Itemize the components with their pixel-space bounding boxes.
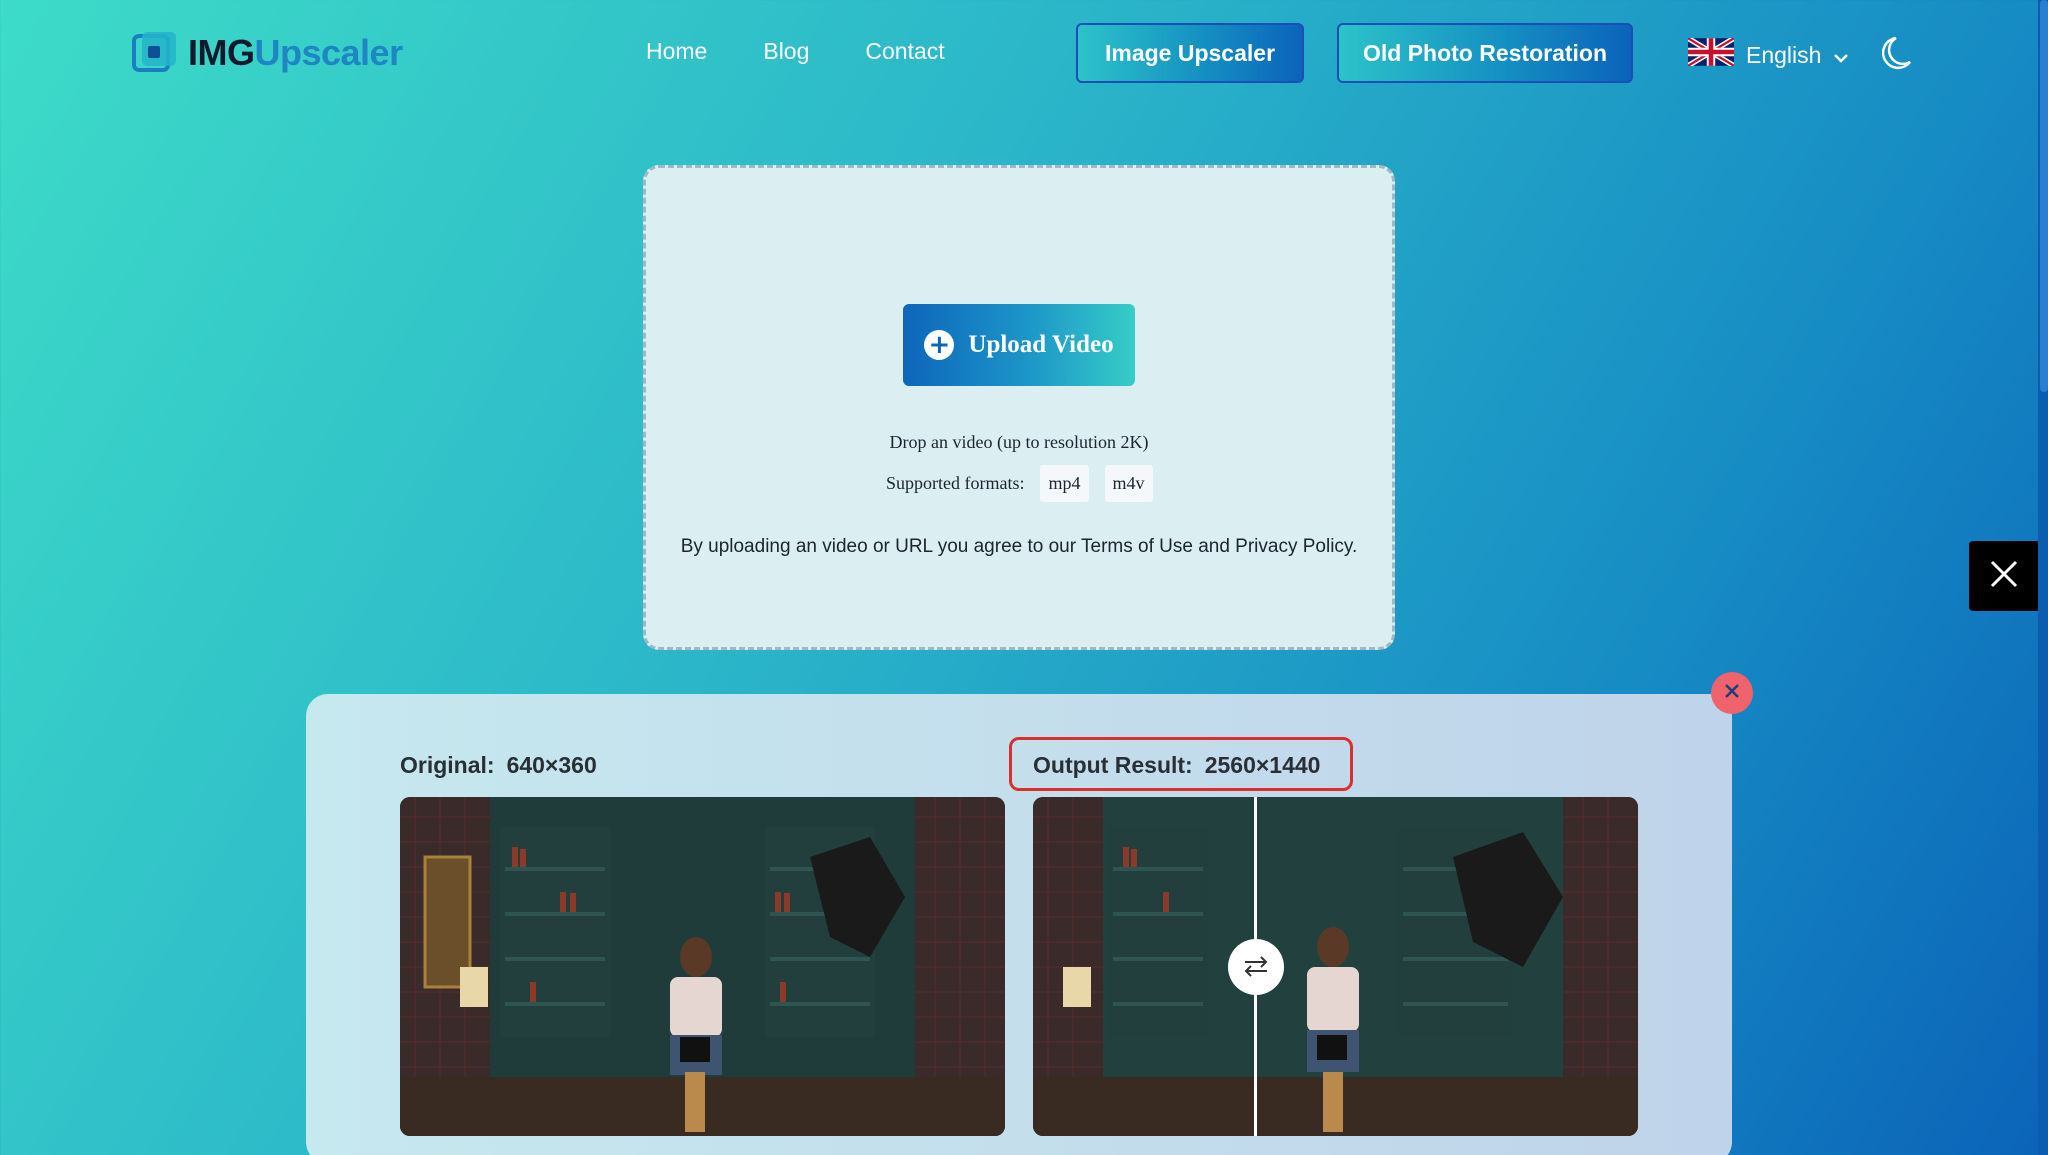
logo-text: IMGUpscaler	[188, 32, 403, 73]
main-nav: Home Blog Contact	[646, 38, 945, 65]
upload-dropzone[interactable]	[643, 165, 1395, 650]
upload-video-button[interactable]: + Upload Video	[903, 304, 1135, 386]
original-resolution: 640×360	[506, 752, 597, 778]
x-share-button[interactable]	[1969, 541, 2039, 611]
formats-label: Supported formats:	[886, 473, 1025, 493]
format-chip-m4v: m4v	[1104, 465, 1153, 502]
nav-blog[interactable]: Blog	[763, 38, 809, 65]
language-selector[interactable]: English	[1686, 35, 1849, 72]
output-label: Output Result: 2560×1440	[1033, 752, 1320, 779]
upload-video-label: Upload Video	[968, 331, 1114, 358]
image-upscaler-button[interactable]: Image Upscaler	[1076, 23, 1304, 83]
scrollbar-thumb[interactable]	[2040, 0, 2048, 392]
language-label: English	[1746, 41, 1822, 68]
supported-formats: Supported formats: mp4 m4v	[886, 465, 1153, 502]
x-icon	[1989, 559, 2019, 594]
chevron-down-icon	[1833, 42, 1849, 69]
nav-contact[interactable]: Contact	[865, 38, 944, 65]
output-title: Output Result:	[1033, 752, 1193, 778]
output-video-frame	[1033, 797, 1638, 1136]
drop-hint: Drop an video (up to resolution 2K)	[889, 432, 1149, 452]
logo[interactable]: IMGUpscaler	[132, 30, 403, 76]
header: IMGUpscaler Home Blog Contact Image Upsc…	[0, 0, 2048, 110]
plus-circle-icon: +	[924, 330, 955, 360]
format-chip-mp4: mp4	[1040, 465, 1089, 502]
terms-notice: By uploading an video or URL you agree t…	[680, 536, 1358, 557]
nav-home[interactable]: Home	[646, 38, 707, 65]
swap-arrows-icon	[1242, 951, 1270, 984]
compare-slider-handle[interactable]	[1228, 939, 1284, 995]
logo-icon	[132, 30, 178, 76]
close-icon	[1723, 682, 1741, 705]
moon-icon[interactable]	[1881, 36, 1912, 75]
old-photo-restoration-button[interactable]: Old Photo Restoration	[1337, 23, 1633, 83]
close-result-button[interactable]	[1711, 672, 1753, 714]
uk-flag-icon	[1686, 35, 1736, 72]
original-video-frame	[400, 797, 1005, 1136]
original-label: Original: 640×360	[400, 752, 597, 779]
original-title: Original:	[400, 752, 495, 778]
output-resolution: 2560×1440	[1204, 752, 1321, 778]
